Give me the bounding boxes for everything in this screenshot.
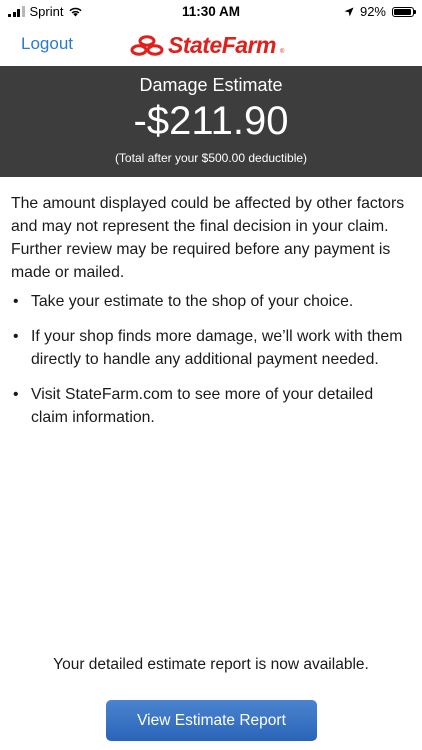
- nav-bar: Logout StateFarm ®: [0, 24, 422, 66]
- logout-button[interactable]: Logout: [21, 34, 73, 54]
- report-available-note: Your detailed estimate report is now ava…: [53, 656, 369, 673]
- disclaimer-text: The amount displayed could be affected b…: [11, 195, 405, 281]
- status-right: 92%: [344, 4, 416, 19]
- location-arrow-icon: [344, 7, 354, 16]
- info-bullet-list: Take your estimate to the shop of your c…: [11, 290, 411, 441]
- deductible-note: (Total after your $500.00 deductible): [114, 151, 308, 165]
- brand-name: StateFarm: [168, 32, 276, 58]
- estimate-panel: Damage Estimate -$211.90 (Total after yo…: [0, 66, 422, 177]
- estimate-amount: -$211.90: [133, 99, 289, 143]
- status-bar: Sprint 11:30 AM 92%: [0, 0, 422, 24]
- three-ovals-logo-icon: [130, 34, 164, 56]
- statefarm-logo: StateFarm ®: [130, 32, 284, 59]
- battery-icon: [392, 6, 416, 17]
- estimate-title: Damage Estimate: [139, 75, 283, 95]
- battery-level: [394, 8, 411, 15]
- bullet-item: Take your estimate to the shop of your c…: [11, 290, 411, 313]
- registered-mark: ®: [279, 49, 285, 55]
- bullet-item: Visit StateFarm.com to see more of your …: [11, 383, 411, 429]
- view-estimate-report-button[interactable]: View Estimate Report: [106, 700, 317, 741]
- bullet-item: If your shop finds more damage, we’ll wo…: [11, 325, 411, 371]
- battery-percent: 92%: [359, 4, 386, 19]
